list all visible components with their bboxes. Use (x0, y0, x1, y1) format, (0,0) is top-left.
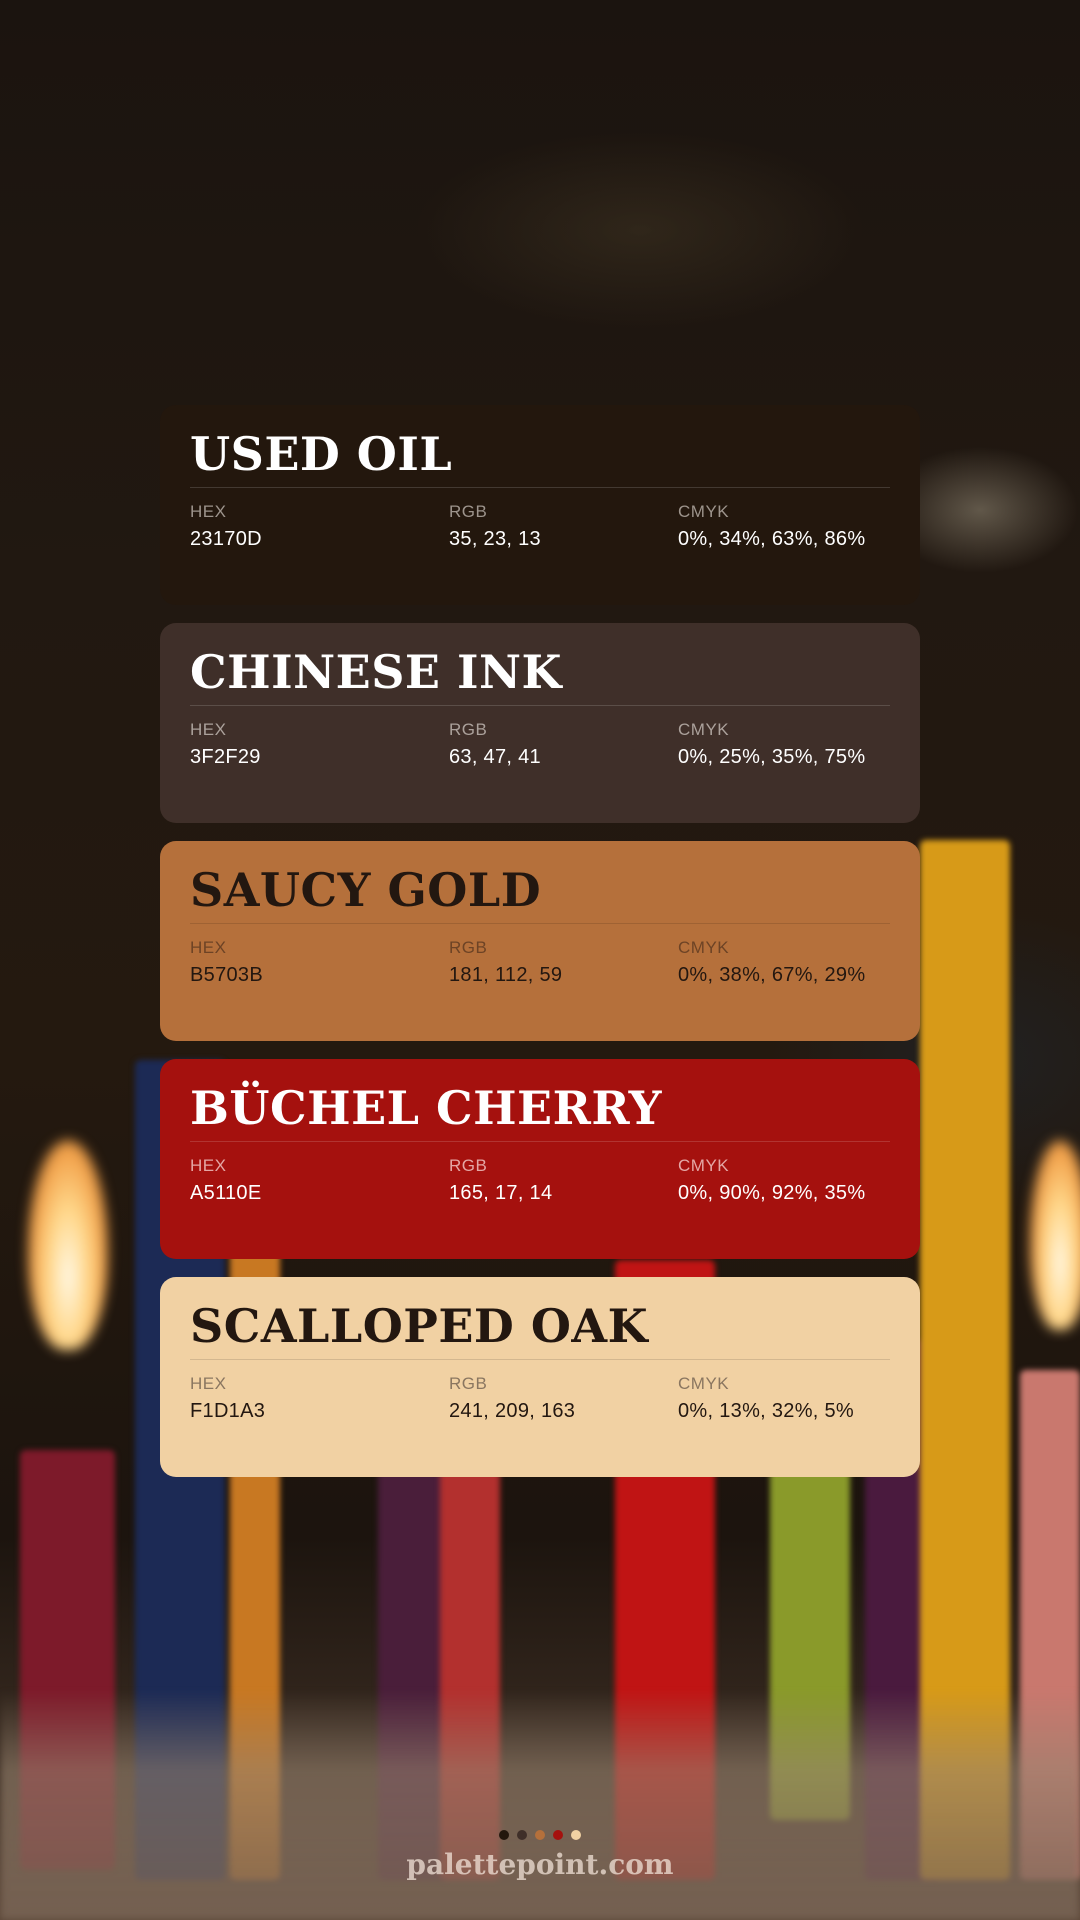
hex-label: HEX (190, 1156, 227, 1175)
pagination-dot[interactable] (571, 1830, 581, 1840)
cmyk-value: 0%, 25%, 35%, 75% (678, 746, 866, 768)
cmyk-label: CMYK (678, 1374, 730, 1393)
color-card: CHINESE INK HEX 3F2F29 RGB 63, 47, 41 CM… (160, 623, 920, 823)
hex-label: HEX (190, 720, 227, 739)
color-card: BÜCHEL CHERRY HEX A5110E RGB 165, 17, 14… (160, 1059, 920, 1259)
pagination-dot[interactable] (517, 1830, 527, 1840)
rgb-label: RGB (449, 502, 488, 521)
color-card: USED OIL HEX 23170D RGB 35, 23, 13 CMYK … (160, 405, 920, 605)
pagination-dot[interactable] (535, 1830, 545, 1840)
rgb-value: 165, 17, 14 (449, 1182, 553, 1204)
cmyk-value: 0%, 38%, 67%, 29% (678, 964, 866, 986)
rgb-label: RGB (449, 938, 488, 957)
hex-value: F1D1A3 (190, 1400, 266, 1422)
rgb-value: 241, 209, 163 (449, 1400, 576, 1422)
color-name: SCALLOPED OAK (190, 1303, 890, 1360)
rgb-label: RGB (449, 720, 488, 739)
cmyk-label: CMYK (678, 938, 730, 957)
site-watermark: palettepoint.com (406, 1848, 674, 1881)
color-name: USED OIL (190, 431, 890, 488)
cmyk-value: 0%, 90%, 92%, 35% (678, 1182, 866, 1204)
pagination-dot[interactable] (553, 1830, 563, 1840)
hex-label: HEX (190, 502, 227, 521)
hex-label: HEX (190, 1374, 227, 1393)
cmyk-label: CMYK (678, 720, 730, 739)
hex-value: B5703B (190, 964, 263, 986)
color-name: CHINESE INK (190, 649, 890, 706)
pagination-dot[interactable] (499, 1830, 509, 1840)
rgb-label: RGB (449, 1156, 488, 1175)
rgb-label: RGB (449, 1374, 488, 1393)
cmyk-label: CMYK (678, 502, 730, 521)
rgb-value: 181, 112, 59 (449, 964, 563, 986)
cmyk-value: 0%, 34%, 63%, 86% (678, 528, 866, 550)
cmyk-value: 0%, 13%, 32%, 5% (678, 1400, 855, 1422)
pagination-dots (0, 1830, 1080, 1840)
cake-surface (0, 1690, 1080, 1920)
color-name: SAUCY GOLD (190, 867, 890, 924)
rgb-value: 63, 47, 41 (449, 746, 541, 768)
candle-flame (28, 1140, 108, 1350)
color-card: SAUCY GOLD HEX B5703B RGB 181, 112, 59 C… (160, 841, 920, 1041)
hex-label: HEX (190, 938, 227, 957)
candle-flame (1030, 1140, 1080, 1330)
rgb-value: 35, 23, 13 (449, 528, 541, 550)
hex-value: 23170D (190, 528, 262, 550)
color-card: SCALLOPED OAK HEX F1D1A3 RGB 241, 209, 1… (160, 1277, 920, 1477)
palette-list: USED OIL HEX 23170D RGB 35, 23, 13 CMYK … (160, 405, 920, 1495)
color-name: BÜCHEL CHERRY (190, 1085, 890, 1142)
hex-value: A5110E (190, 1182, 262, 1204)
hex-value: 3F2F29 (190, 746, 261, 768)
cmyk-label: CMYK (678, 1156, 730, 1175)
